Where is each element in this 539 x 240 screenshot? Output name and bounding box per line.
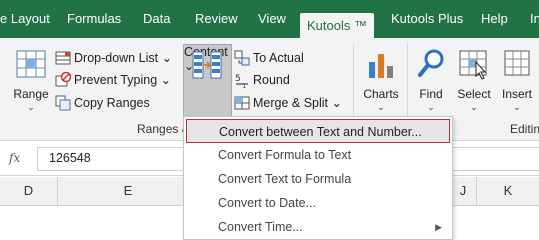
range-label: Range: [13, 87, 49, 101]
to-actual-icon: [234, 50, 250, 66]
tab-formulas[interactable]: Formulas: [67, 0, 121, 38]
content-button[interactable]: Content ⌄: [183, 44, 232, 118]
svg-text:1: 1: [242, 82, 246, 88]
menu-item-label: Convert Text to Formula: [218, 172, 352, 186]
tab-insert[interactable]: Insert: [530, 0, 539, 38]
find-button[interactable]: Find ⌄: [411, 44, 451, 116]
round-icon: 5 1: [235, 74, 248, 88]
menu-item-convert-formula-to-text[interactable]: Convert Formula to Text: [184, 143, 452, 167]
formula-value: 126548: [49, 151, 91, 165]
tab-data[interactable]: Data: [143, 0, 170, 38]
content-dropdown-menu: Convert between Text and Number... Conve…: [183, 116, 453, 240]
ribbon-tab-bar: e Layout Formulas Data Review View Kutoo…: [0, 0, 539, 38]
submenu-arrow-icon: ▶: [435, 222, 442, 232]
column-header-k[interactable]: K: [477, 177, 539, 205]
select-label: Select: [457, 87, 491, 101]
round-label: Round: [253, 73, 290, 87]
charts-icon: [369, 54, 393, 78]
chevron-down-icon: ⌄: [331, 96, 342, 110]
chevron-down-icon: ⌄: [160, 73, 172, 87]
select-chevron-icon: ⌄: [470, 102, 478, 112]
tab-kutools-plus[interactable]: Kutools Plus: [391, 0, 463, 38]
range-chevron-icon: ⌄: [27, 102, 35, 112]
tab-kutools[interactable]: Kutools ™: [300, 13, 374, 38]
menu-item-label: Convert Time...: [218, 220, 303, 234]
prevent-typing-icon: [55, 72, 71, 87]
charts-label: Charts: [363, 87, 399, 101]
select-icon: [459, 50, 487, 80]
content-icon: [192, 51, 222, 79]
dropdown-list-icon: [55, 51, 71, 65]
range-button[interactable]: Range ⌄: [10, 44, 52, 116]
svg-text:5: 5: [235, 74, 241, 84]
merge-split-icon: [234, 96, 250, 110]
to-actual-label: To Actual: [253, 51, 304, 65]
menu-item-convert-to-date[interactable]: Convert to Date...: [184, 191, 452, 215]
menu-item-convert-time[interactable]: Convert Time... ▶: [184, 215, 452, 239]
chevron-down-icon: ⌄: [161, 51, 173, 65]
menu-item-label: Convert Formula to Text: [218, 148, 352, 162]
insert-label: Insert: [501, 87, 532, 101]
column-header-j[interactable]: J: [450, 177, 477, 205]
copy-ranges-icon: [55, 95, 71, 111]
tab-review[interactable]: Review: [195, 0, 238, 38]
group-label-editing: Editin: [510, 122, 539, 136]
prevent-typing-label: Prevent Typing: [74, 73, 158, 87]
group-label-ranges: Ranges &: [137, 122, 190, 136]
tab-page-layout[interactable]: e Layout: [0, 0, 50, 38]
insert-chevron-icon: ⌄: [513, 102, 521, 112]
menu-item-convert-text-number[interactable]: Convert between Text and Number...: [186, 119, 450, 143]
column-header-e[interactable]: E: [58, 177, 199, 205]
menu-item-convert-text-to-formula[interactable]: Convert Text to Formula: [184, 167, 452, 191]
insert-button[interactable]: Insert ⌄: [497, 44, 537, 116]
menu-item-label: Convert between Text and Number...: [219, 125, 422, 139]
select-button[interactable]: Select ⌄: [453, 44, 495, 116]
tab-view[interactable]: View: [258, 0, 286, 38]
merge-split-label: Merge & Split: [253, 96, 329, 110]
tab-help[interactable]: Help: [481, 0, 508, 38]
range-icon: [16, 50, 46, 78]
charts-button[interactable]: Charts ⌄: [360, 44, 402, 116]
fx-icon[interactable]: fx: [9, 151, 20, 165]
drop-down-list-label: Drop-down List: [74, 51, 159, 65]
magnifier-icon: [418, 49, 444, 77]
menu-item-label: Convert to Date...: [218, 196, 316, 210]
find-label: Find: [419, 87, 443, 101]
column-header-d[interactable]: D: [0, 177, 58, 205]
charts-chevron-icon: ⌄: [377, 102, 385, 112]
insert-icon: [504, 50, 530, 76]
find-chevron-icon: ⌄: [427, 102, 435, 112]
copy-ranges-label: Copy Ranges: [74, 96, 150, 110]
